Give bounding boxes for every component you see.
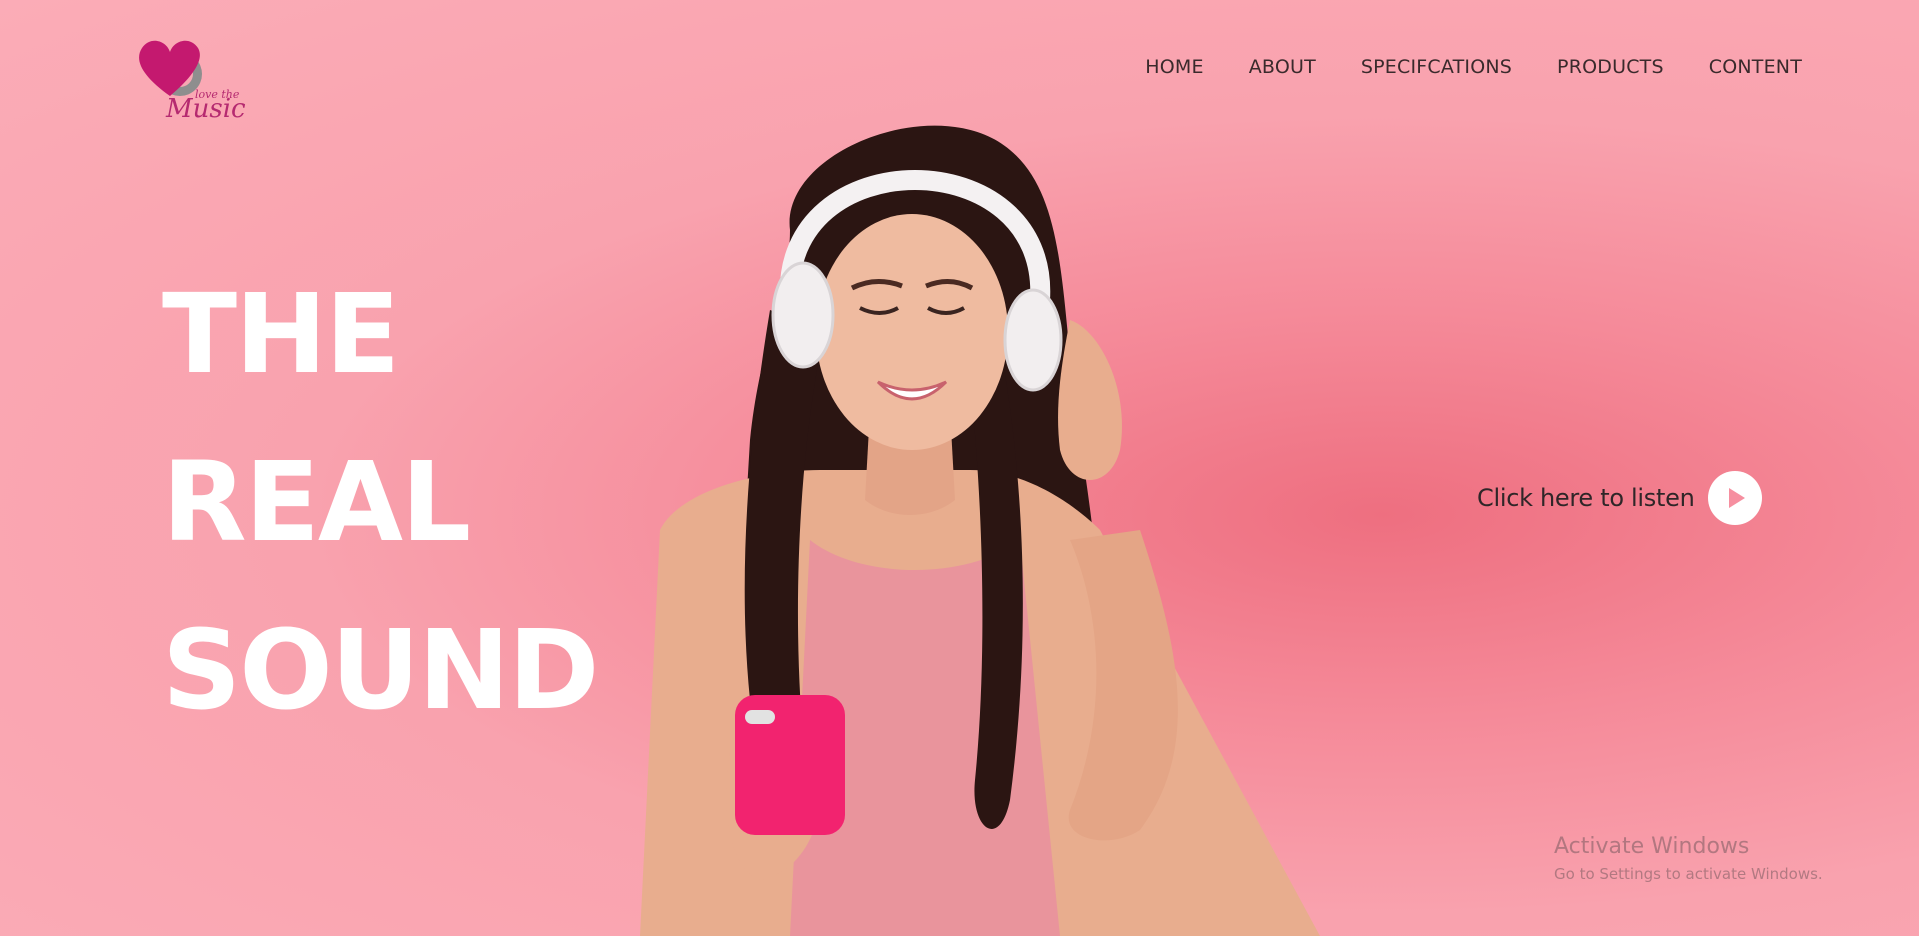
hero-image-woman-with-headphones [640,125,1320,936]
hero-line-1: THE [162,270,400,398]
nav-item-specifications[interactable]: SPECIFCATIONS [1361,56,1512,78]
windows-activation-watermark: Activate Windows Go to Settings to activ… [1554,834,1823,883]
main-nav: HOME ABOUT SPECIFCATIONS PRODUCTS CONTEN… [1145,56,1802,78]
nav-item-content[interactable]: CONTENT [1709,56,1802,78]
hero-line-3: SOUND [162,606,599,734]
hero-headline: THE REAL SOUND [162,250,599,754]
watermark-subtitle: Go to Settings to activate Windows. [1554,865,1823,883]
listen-label: Click here to listen [1477,484,1695,512]
play-button[interactable] [1708,471,1763,525]
nav-item-home[interactable]: HOME [1145,56,1203,78]
nav-item-products[interactable]: PRODUCTS [1557,56,1664,78]
hero-line-2: REAL [162,438,471,566]
nav-item-about[interactable]: ABOUT [1249,56,1316,78]
listen-cta[interactable]: Click here to listen [1477,471,1763,525]
landing-page: love the Music HOME ABOUT SPECIFCATIONS … [0,0,1919,936]
logo-wordmark: Music [166,94,246,124]
logo[interactable]: love the Music [136,38,246,126]
watermark-title: Activate Windows [1554,834,1750,859]
play-icon [1729,488,1746,508]
